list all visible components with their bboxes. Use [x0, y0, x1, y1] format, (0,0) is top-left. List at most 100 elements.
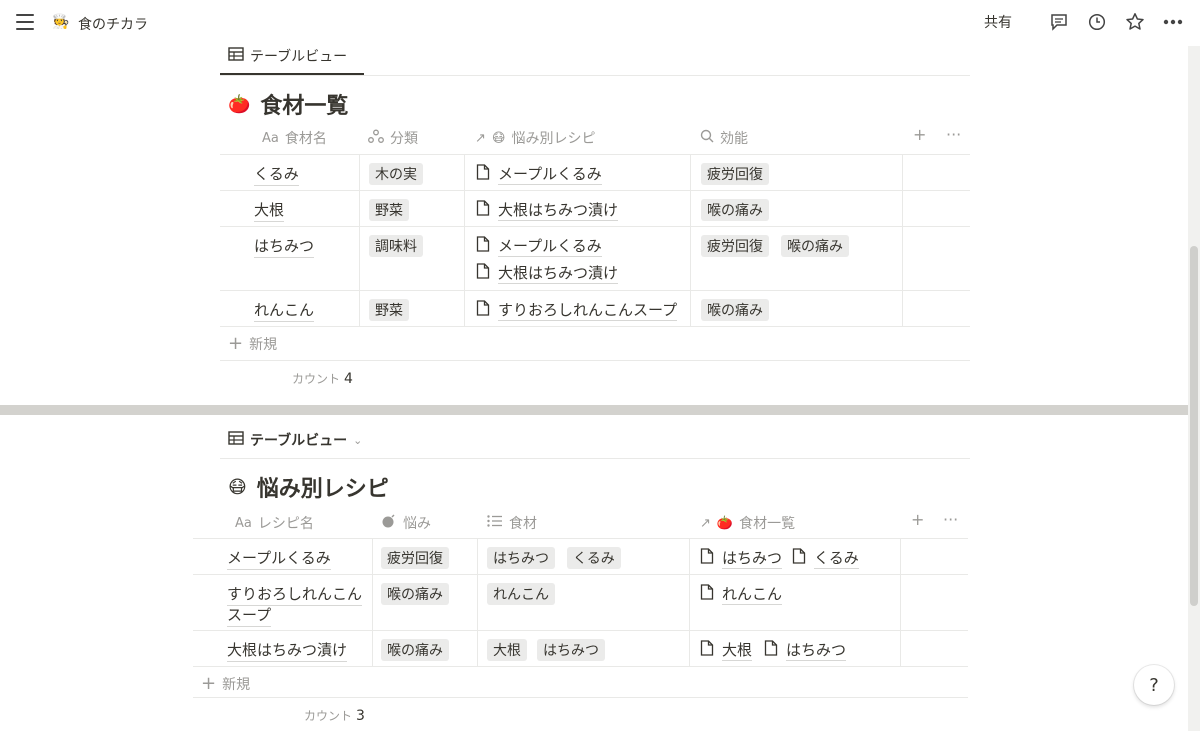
count-value: 3: [356, 708, 365, 724]
database-title-text: 食材一覧: [260, 94, 349, 119]
new-row-button[interactable]: + 新規: [228, 333, 277, 354]
page-icon: [792, 548, 806, 568]
text-property-icon: Aa: [235, 515, 252, 531]
effect-tag[interactable]: 疲労回復: [701, 163, 769, 185]
ingredient-link[interactable]: れんこん: [700, 583, 783, 605]
effect-tag[interactable]: 疲労回復: [701, 235, 769, 257]
grid-line: [220, 154, 970, 155]
page-icon: [476, 263, 490, 283]
recipe-link[interactable]: メープルくるみ: [476, 235, 602, 257]
ingredient-tag[interactable]: くるみ: [567, 547, 621, 569]
table-row-name[interactable]: 大根はちみつ漬け: [227, 639, 348, 662]
row-count[interactable]: カウント 4: [292, 370, 353, 387]
column-label: 悩み: [403, 516, 431, 532]
count-label: カウント: [292, 372, 341, 386]
top-bar: 🧑‍🍳 食のチカラ 共有: [0, 0, 1200, 46]
column-header-concern[interactable]: 悩み: [381, 513, 431, 533]
more-horizontal-icon[interactable]: ···: [943, 510, 958, 529]
ingredient-link[interactable]: はちみつ: [700, 547, 783, 569]
effect-tag[interactable]: 喉の痛み: [701, 299, 769, 321]
scroll-thumb[interactable]: [1190, 246, 1198, 606]
new-row-button[interactable]: + 新規: [201, 673, 250, 694]
link-text: メープルくるみ: [498, 237, 602, 257]
recipe-link[interactable]: すりおろしれんこんスープ: [476, 299, 678, 321]
ingredient-link[interactable]: くるみ: [792, 547, 859, 569]
grid-line: [220, 360, 970, 361]
page-icon: [476, 300, 490, 320]
category-tag[interactable]: 調味料: [369, 235, 423, 257]
tab-table-view[interactable]: テーブルビュー ⌄: [228, 425, 362, 455]
table-row-name[interactable]: メープルくるみ: [227, 547, 331, 570]
ingredient-link[interactable]: はちみつ: [764, 639, 847, 661]
divider: [220, 75, 970, 76]
table-row-name[interactable]: れんこん: [254, 299, 315, 322]
recipe-link[interactable]: メープルくるみ: [476, 163, 602, 185]
help-button[interactable]: ?: [1134, 665, 1174, 705]
column-header-category[interactable]: 分類: [368, 128, 418, 148]
ingredient-link[interactable]: 大根: [700, 639, 753, 661]
link-text: 大根はちみつ漬け: [498, 264, 619, 284]
table-row-name[interactable]: はちみつ: [254, 235, 315, 258]
grid-line: [193, 697, 968, 698]
table-row-name-continued[interactable]: スープ: [227, 604, 272, 627]
tab-label: テーブルビュー: [250, 433, 348, 449]
page-title[interactable]: 食のチカラ: [78, 14, 148, 34]
grid-line: [902, 154, 903, 326]
star-icon[interactable]: [1124, 11, 1146, 33]
share-button[interactable]: 共有: [984, 12, 1012, 32]
column-header-ingredient-list[interactable]: ↗ 🍅 食材一覧: [700, 513, 795, 533]
grid-line: [689, 538, 690, 666]
table-row-name[interactable]: すりおろしれんこん: [227, 583, 363, 606]
ingredient-tag[interactable]: れんこん: [487, 583, 555, 605]
database-title: 🍅 食材一覧: [228, 88, 348, 120]
mask-face-icon: 😷: [491, 130, 506, 146]
recipe-link[interactable]: 大根はちみつ漬け: [476, 262, 619, 284]
link-text: すりおろしれんこんスープ: [498, 301, 678, 321]
effect-tag[interactable]: 喉の痛み: [781, 235, 849, 257]
table-icon: [228, 47, 244, 65]
list-icon: [487, 515, 503, 531]
column-label: 食材: [509, 516, 537, 532]
category-tag[interactable]: 野菜: [369, 199, 409, 221]
effect-tag[interactable]: 喉の痛み: [701, 199, 769, 221]
tab-table-view[interactable]: テーブルビュー: [228, 41, 347, 71]
column-header-recipe-name[interactable]: Aa レシピ名: [235, 513, 314, 533]
concern-tag[interactable]: 喉の痛み: [381, 639, 449, 661]
grid-line: [220, 190, 970, 191]
hamburger-icon[interactable]: [16, 14, 34, 30]
concern-tag[interactable]: 喉の痛み: [381, 583, 449, 605]
chevron-down-icon[interactable]: ⌄: [353, 434, 362, 447]
ingredient-tag[interactable]: 大根: [487, 639, 527, 661]
more-horizontal-icon[interactable]: [1162, 11, 1184, 33]
column-header-name[interactable]: Aa 食材名: [262, 128, 327, 148]
column-header-ingredients[interactable]: 食材: [487, 513, 537, 533]
tomato-icon: 🍅: [716, 515, 734, 531]
plus-icon: +: [201, 673, 217, 694]
concern-tag[interactable]: 疲労回復: [381, 547, 449, 569]
comment-icon[interactable]: [1048, 11, 1070, 33]
column-header-effects[interactable]: 効能: [700, 128, 748, 148]
row-count[interactable]: カウント 3: [304, 707, 365, 724]
recipe-link[interactable]: 大根はちみつ漬け: [476, 199, 619, 221]
more-horizontal-icon[interactable]: ···: [946, 125, 961, 144]
category-tag[interactable]: 木の実: [369, 163, 423, 185]
add-property-plus-icon[interactable]: +: [913, 125, 926, 144]
column-header-recipes[interactable]: ↗ 😷 悩み別レシピ: [475, 128, 595, 148]
text-property-icon: Aa: [262, 130, 279, 146]
grid-line: [477, 538, 478, 666]
column-label: 効能: [720, 131, 748, 147]
ingredient-tag[interactable]: はちみつ: [487, 547, 555, 569]
tab-label: テーブルビュー: [250, 49, 348, 65]
table-row-name[interactable]: くるみ: [254, 163, 299, 186]
scrollbar[interactable]: [1188, 46, 1200, 731]
grid-line: [464, 154, 465, 326]
column-label: 悩み別レシピ: [511, 131, 596, 147]
add-property-plus-icon[interactable]: +: [911, 510, 924, 529]
table-row-name[interactable]: 大根: [254, 199, 285, 222]
tomato-icon: 🍅: [228, 93, 251, 115]
link-text: 大根: [722, 641, 753, 661]
relation-arrow-icon: ↗: [700, 515, 711, 531]
clock-icon[interactable]: [1086, 11, 1108, 33]
ingredient-tag[interactable]: はちみつ: [537, 639, 605, 661]
category-tag[interactable]: 野菜: [369, 299, 409, 321]
